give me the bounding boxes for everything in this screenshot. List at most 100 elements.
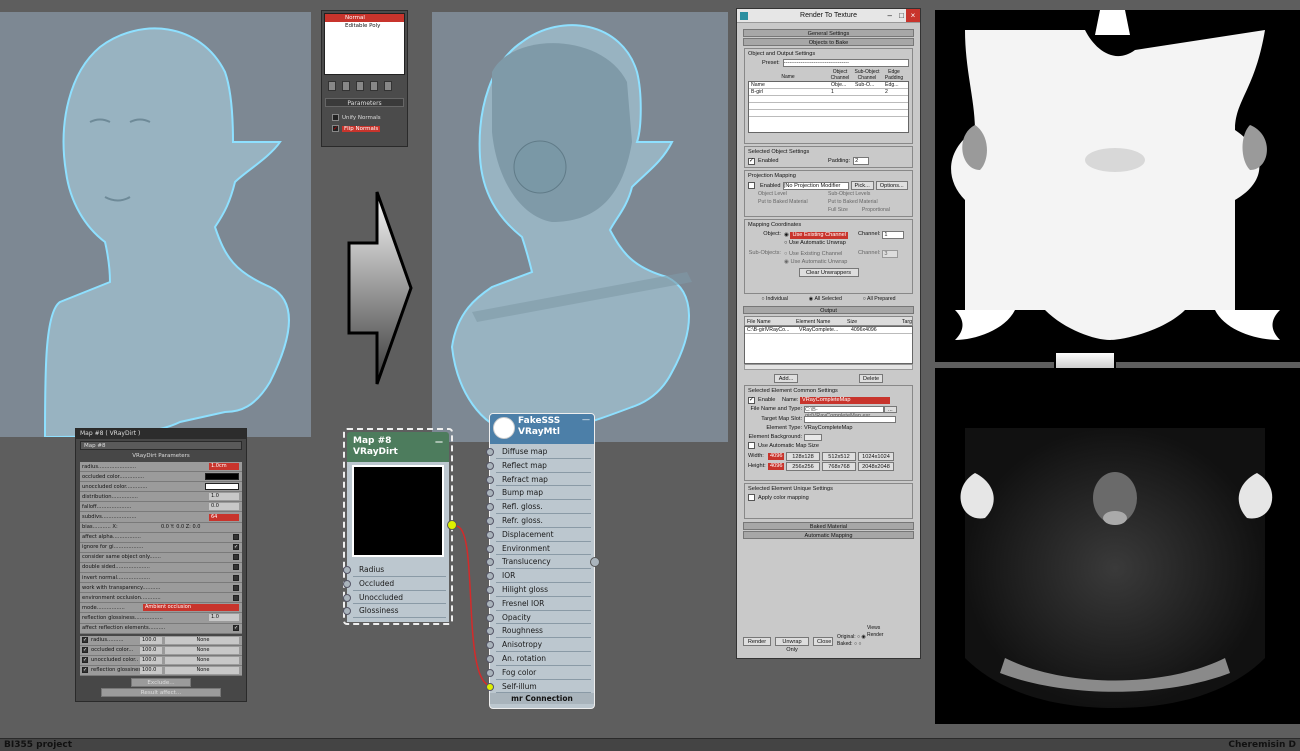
unify-checkbox[interactable] <box>332 114 339 121</box>
parameters-rollout-title[interactable]: Parameters <box>325 98 404 107</box>
output-list[interactable]: C:\B-girlVRayCo... VRayComplete... 4096x40… <box>744 326 913 364</box>
input-slot[interactable]: Occluded <box>343 576 446 591</box>
input-slot[interactable]: Opacity <box>486 610 591 625</box>
target-map-slot-dropdown[interactable] <box>804 415 896 423</box>
height-field[interactable]: 4096 <box>768 462 784 470</box>
vraymtl-node[interactable]: FakeSSS VRayMtl — Diffuse map Reflect map R… <box>486 413 600 709</box>
browse-button[interactable]: ... <box>884 406 897 413</box>
map-slot-button[interactable]: None <box>165 656 239 664</box>
input-socket[interactable] <box>486 641 494 650</box>
input-slot[interactable]: IOR <box>486 569 591 583</box>
pin-stack-icon[interactable] <box>328 81 336 91</box>
close-button[interactable]: Close <box>813 636 833 646</box>
param-row[interactable]: falloff..................... 0.0 <box>80 502 242 513</box>
map-checkbox[interactable]: ✓ <box>82 647 88 654</box>
param-value[interactable]: 0.0 Y: 0.0 Z: 0.0 <box>159 524 239 531</box>
use-existing-channel-radio[interactable]: ◉ Use Existing Channel <box>784 231 858 239</box>
input-slot[interactable]: Refl. gloss. <box>486 500 591 514</box>
param-row[interactable]: environment occlusion............ <box>80 593 242 604</box>
projection-dropdown[interactable]: (No Projection Modifier <box>782 181 849 190</box>
output-row[interactable]: C:\B-girlVRayCo... VRayComplete... 4096x40… <box>745 327 912 334</box>
mr-connection-row[interactable]: mr Connection <box>490 693 594 705</box>
proj-enabled-checkbox[interactable] <box>748 182 755 189</box>
input-socket[interactable] <box>486 530 494 539</box>
auto-size-checkbox[interactable] <box>748 442 755 450</box>
output-socket[interactable] <box>447 520 457 530</box>
map-amount[interactable]: 100.0 <box>140 656 162 664</box>
element-name-field[interactable]: VRayCompleteMap <box>800 397 890 404</box>
param-checkbox[interactable]: ✓ <box>233 625 239 632</box>
input-socket[interactable] <box>486 516 494 525</box>
input-socket[interactable] <box>486 599 494 608</box>
enabled-checkbox[interactable]: ✓ <box>748 157 755 165</box>
param-value[interactable]: 1.0cm <box>209 463 239 471</box>
general-settings-rollout[interactable]: General Settings <box>743 29 914 37</box>
param-value[interactable]: 1.0 <box>209 493 239 501</box>
element-background-swatch[interactable] <box>804 434 822 441</box>
input-socket[interactable] <box>486 461 494 470</box>
size-128-button[interactable]: 128x128 <box>786 451 820 461</box>
param-row[interactable]: consider same object only....... <box>80 552 242 563</box>
map-checkbox[interactable]: ✓ <box>82 637 88 644</box>
map-amount[interactable]: 100.0 <box>140 666 162 674</box>
use-automatic-unwrap-radio[interactable]: ○ Use Automatic Unwrap <box>784 239 858 247</box>
input-slot[interactable]: Diffuse map <box>486 445 591 459</box>
color-swatch[interactable] <box>205 483 239 491</box>
configure-sets-icon[interactable] <box>384 81 392 91</box>
unify-normals-row[interactable]: Unify Normals <box>332 113 397 124</box>
input-slot[interactable]: Environment <box>486 541 591 556</box>
input-socket[interactable] <box>343 566 351 574</box>
viewport-flipped[interactable] <box>432 12 728 442</box>
flip-checkbox[interactable]: ✓ <box>332 125 339 132</box>
delete-button[interactable]: Delete <box>859 374 883 383</box>
param-value[interactable]: 0.0 <box>209 503 239 511</box>
unwrap-only-button[interactable]: Unwrap Only <box>775 636 809 653</box>
size-1024-button[interactable]: 1024x1024 <box>858 451 894 461</box>
param-row[interactable]: affect alpha................. <box>80 532 242 543</box>
param-row[interactable]: unoccluded color............. <box>80 482 242 493</box>
param-row[interactable]: bias........... X: 0.0 Y: 0.0 Z: 0.0 <box>80 522 242 533</box>
input-socket[interactable] <box>486 503 494 512</box>
flip-normals-row[interactable]: ✓ Flip Normals <box>332 124 397 135</box>
padding-spinner[interactable]: 2 <box>853 157 870 165</box>
input-socket[interactable] <box>486 544 494 553</box>
individual-radio[interactable]: ○ Individual <box>761 296 788 302</box>
pick-button[interactable]: Pick... <box>850 181 874 190</box>
input-slot[interactable]: An. rotation <box>486 651 591 666</box>
input-slot[interactable]: Fog color <box>486 665 591 680</box>
input-slot[interactable]: Refract map <box>486 472 591 487</box>
input-slot[interactable]: Unoccluded <box>343 590 446 605</box>
viewport-original[interactable] <box>0 12 311 439</box>
param-row[interactable]: subdivs..................... 64 <box>80 512 242 523</box>
node-header[interactable]: FakeSSS VRayMtl — <box>490 414 594 444</box>
apply-color-mapping-checkbox[interactable] <box>748 494 755 501</box>
minimize-node-icon[interactable]: — <box>582 415 590 424</box>
param-row[interactable]: work with transparency........... <box>80 583 242 594</box>
input-slot[interactable]: Radius <box>343 563 446 577</box>
map-name-field[interactable]: Map #8 <box>80 441 242 450</box>
map-row[interactable]: ✓ occluded color... 100.0 None <box>80 645 242 656</box>
result-affect-button[interactable]: Result affect... <box>101 687 221 697</box>
minimize-icon[interactable]: – <box>888 9 892 23</box>
size-768-button[interactable]: 768x768 <box>822 461 856 471</box>
input-socket[interactable] <box>486 489 494 498</box>
param-value[interactable]: 1.0 <box>209 614 239 622</box>
show-end-result-icon[interactable] <box>342 81 350 91</box>
param-value[interactable]: 64 <box>209 513 239 521</box>
input-socket[interactable] <box>486 668 494 677</box>
width-field[interactable]: 4096 <box>768 452 784 460</box>
exclude-button[interactable]: Exclude... <box>131 677 191 687</box>
channel-dropdown[interactable]: 1 <box>882 231 905 239</box>
input-socket[interactable] <box>486 585 494 594</box>
make-unique-icon[interactable] <box>356 81 364 91</box>
map-row[interactable]: ✓ radius.......... 100.0 None <box>80 635 242 646</box>
input-slot[interactable]: Glossiness <box>343 604 446 619</box>
param-row[interactable]: invert normal.................... <box>80 573 242 584</box>
add-button[interactable]: Add... <box>774 374 798 383</box>
file-name-field[interactable]: C:\B-girlVRayCompleteMap.exr <box>804 406 884 419</box>
object-level-option[interactable]: Object Level <box>758 190 828 198</box>
vraydirt-rollout-title[interactable]: VRayDirt Parameters <box>76 453 246 459</box>
input-slot[interactable]: Roughness <box>486 624 591 639</box>
param-row[interactable]: radius....................... 1.0cm <box>80 462 242 473</box>
close-icon[interactable]: × <box>906 9 920 22</box>
